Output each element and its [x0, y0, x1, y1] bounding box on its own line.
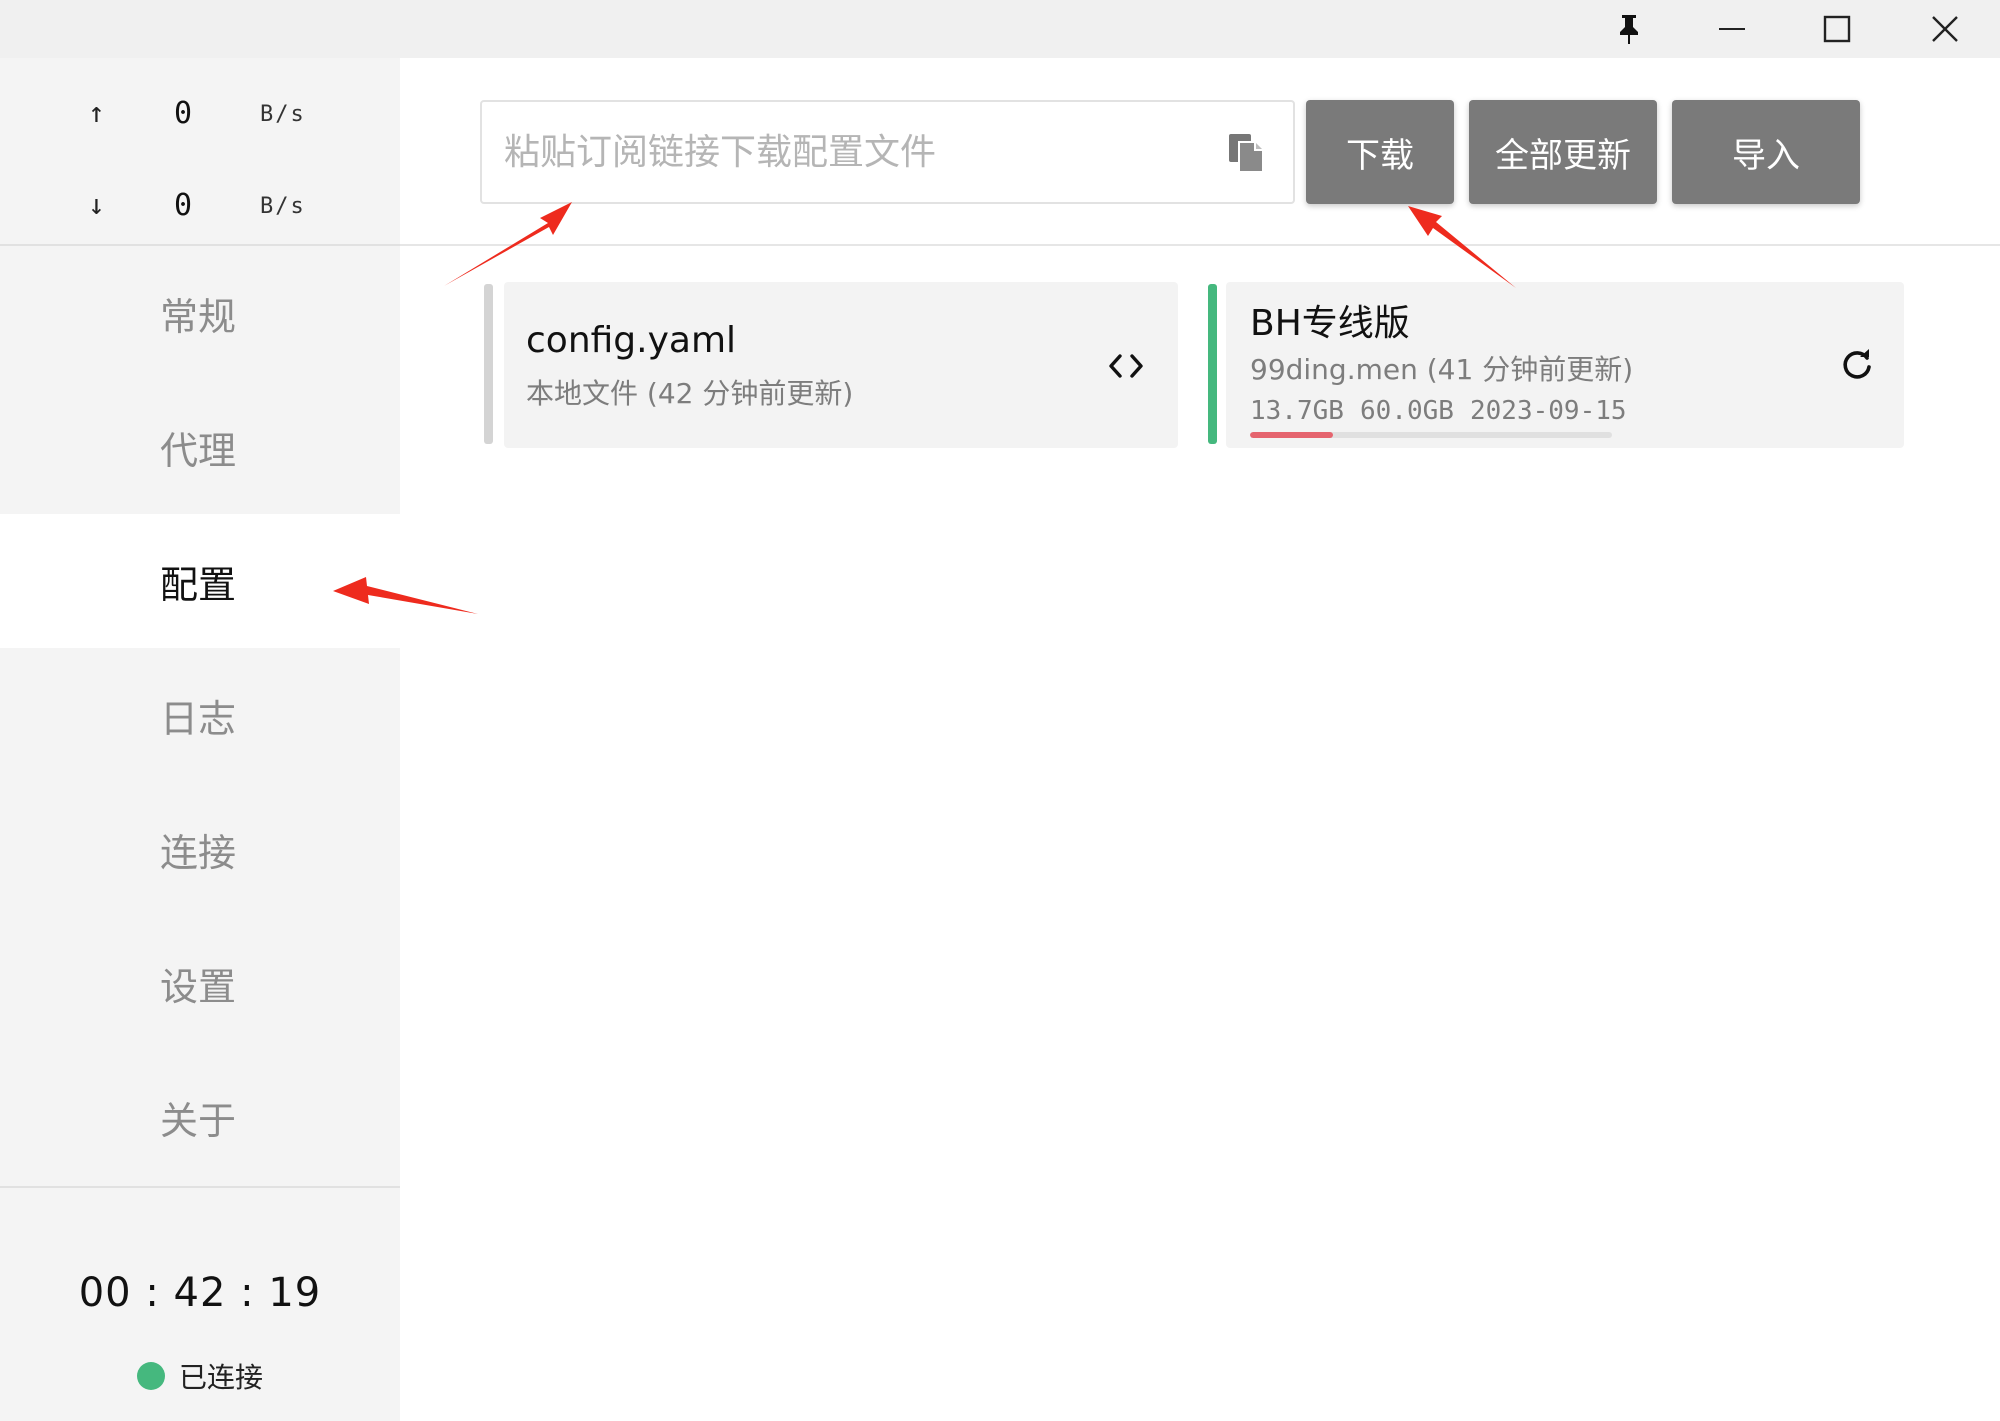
- profile-card-remote[interactable]: BH专线版 99ding.men (41 分钟前更新) 13.7GB 60.0G…: [1226, 282, 1904, 448]
- sidebar-item-proxy[interactable]: 代理: [0, 380, 400, 514]
- profile-usage-used: 13.7GB: [1250, 396, 1344, 426]
- close-icon: [1932, 16, 1958, 42]
- sidebar-item-logs[interactable]: 日志: [0, 648, 400, 782]
- update-all-button[interactable]: 全部更新: [1469, 100, 1657, 204]
- upload-speed: ↑ 0 B/s: [0, 88, 400, 138]
- upload-unit: B/s: [260, 102, 306, 127]
- sidebar-item-label: 日志: [159, 696, 236, 741]
- app-window: ↑ 0 B/s ↓ 0 B/s 常规 代理 配置 日志 连接 设置 关于 00 …: [0, 0, 2000, 1421]
- sidebar-item-label: 连接: [159, 830, 236, 875]
- maximize-button[interactable]: [1792, 0, 1882, 58]
- subscription-url-field: [480, 100, 1295, 204]
- minimize-button[interactable]: [1687, 0, 1777, 58]
- profile-usage-fill: [1250, 432, 1333, 438]
- title-bar: [0, 0, 2000, 58]
- sidebar-item-label: 关于: [159, 1098, 236, 1143]
- sidebar-item-about[interactable]: 关于: [0, 1050, 400, 1184]
- upload-value: 0: [174, 96, 193, 131]
- sidebar-nav: 常规 代理 配置 日志 连接 设置 关于: [0, 246, 400, 1184]
- pin-button[interactable]: [1584, 0, 1674, 58]
- close-button[interactable]: [1900, 0, 1990, 58]
- subscription-url-input[interactable]: [482, 102, 1202, 202]
- profile-indicator-local: [484, 284, 493, 444]
- sidebar: ↑ 0 B/s ↓ 0 B/s 常规 代理 配置 日志 连接 设置 关于 00 …: [0, 58, 400, 1421]
- profile-usage-total: 60.0GB: [1360, 396, 1454, 426]
- refresh-icon[interactable]: [1840, 348, 1874, 382]
- import-button[interactable]: 导入: [1672, 100, 1860, 204]
- profile-subtitle: 99ding.men (41 分钟前更新): [1250, 353, 1634, 386]
- pin-icon: [1620, 15, 1638, 44]
- profile-name: config.yaml: [526, 320, 737, 361]
- edit-code-icon[interactable]: [1108, 352, 1144, 380]
- sidebar-item-general[interactable]: 常规: [0, 246, 400, 380]
- maximize-icon: [1823, 15, 1851, 43]
- minimize-icon: [1719, 28, 1745, 30]
- profile-indicator-remote: [1208, 284, 1217, 444]
- sidebar-divider-bottom: [0, 1186, 400, 1188]
- paste-icon[interactable]: [1227, 132, 1265, 174]
- connection-status: 已连接: [0, 1356, 400, 1396]
- download-speed: ↓ 0 B/s: [0, 180, 400, 230]
- profile-name: BH专线版: [1250, 303, 1410, 344]
- sidebar-item-label: 代理: [159, 428, 236, 473]
- download-arrow-icon: ↓: [88, 188, 105, 221]
- main-panel: 下载 全部更新 导入 config.yaml 本地文件 (42 分钟前更新) B…: [400, 58, 2000, 1421]
- download-button[interactable]: 下载: [1306, 100, 1454, 204]
- sidebar-item-profiles[interactable]: 配置: [0, 514, 400, 648]
- sidebar-item-label: 设置: [159, 964, 236, 1009]
- sidebar-item-settings[interactable]: 设置: [0, 916, 400, 1050]
- profile-expire-date: 2023-09-15: [1470, 396, 1627, 426]
- download-value: 0: [174, 188, 193, 223]
- download-unit: B/s: [260, 194, 306, 219]
- sidebar-item-label: 配置: [159, 562, 236, 607]
- profile-usage-bar: [1250, 432, 1612, 438]
- sidebar-item-label: 常规: [159, 294, 236, 339]
- connection-timer: 00 : 42 : 19: [78, 1270, 322, 1316]
- profile-card-local[interactable]: config.yaml 本地文件 (42 分钟前更新): [504, 282, 1178, 448]
- toolbar-divider: [400, 244, 2000, 246]
- profile-subtitle: 本地文件 (42 分钟前更新): [526, 377, 854, 410]
- status-dot-icon: [136, 1362, 165, 1390]
- sidebar-item-connections[interactable]: 连接: [0, 782, 400, 916]
- upload-arrow-icon: ↑: [88, 96, 105, 129]
- connection-status-label: 已连接: [178, 1361, 263, 1394]
